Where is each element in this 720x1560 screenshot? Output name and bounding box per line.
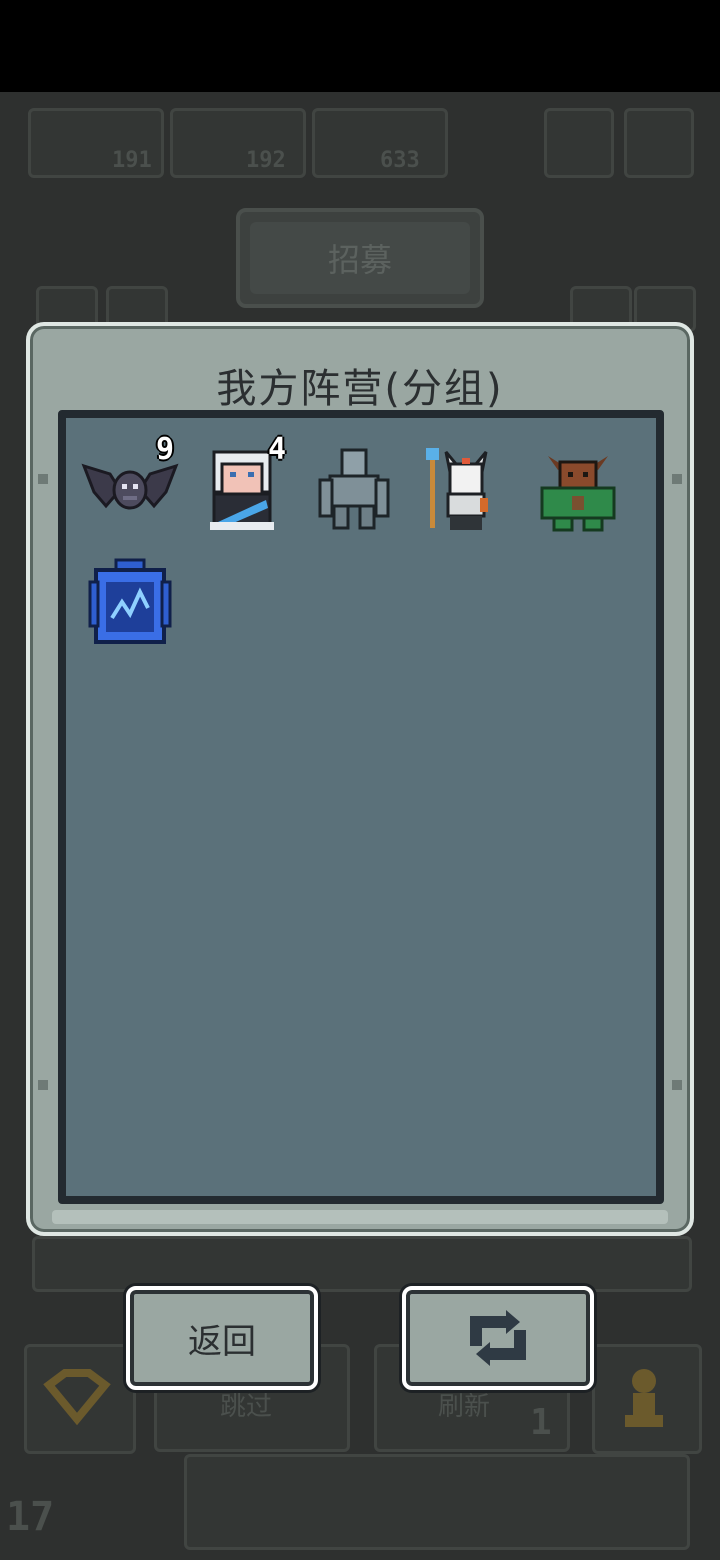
rivet [672, 1080, 682, 1090]
bottom-strip [32, 1236, 692, 1292]
menu-button-dim [544, 108, 614, 178]
panel-bottom-strip [52, 1210, 668, 1224]
skip-label-dim: 跳过 [220, 1392, 273, 1422]
shop-gem-slot [24, 1344, 136, 1454]
settings-button-dim [624, 108, 694, 178]
shaman-icon [426, 448, 488, 530]
character-slot [592, 1344, 702, 1454]
refresh-count: 1 [530, 1402, 552, 1443]
resource-value-2: 192 [246, 148, 286, 173]
units-grid: 9 4 [58, 410, 664, 1204]
unit-bone-shaman[interactable] [416, 438, 516, 538]
bottom-panel-dim [184, 1454, 690, 1550]
pawn-icon [625, 1369, 663, 1427]
minotaur-icon [540, 456, 616, 532]
recruit-label: 招募 [250, 222, 470, 294]
resource-value-1: 191 [112, 148, 152, 173]
unit-white-haired-mage[interactable]: 4 [192, 432, 292, 538]
unit-bat[interactable]: 9 [80, 432, 180, 538]
faction-panel: 我方阵营(分组) 9 4 [26, 322, 694, 1236]
unit-stone-golem[interactable] [304, 438, 404, 538]
resource-value-3: 633 [380, 148, 420, 173]
rivet [38, 474, 48, 484]
swap-arrows-icon [470, 1310, 526, 1366]
panel-title: 我方阵营(分组) [216, 366, 504, 412]
back-button[interactable]: 返回 [126, 1286, 318, 1390]
golem-icon [318, 448, 390, 530]
gem-icon [43, 1369, 111, 1426]
recruit-button: 招募 [236, 208, 484, 308]
game-screen: { "background": { "resources": [ {"icon"… [0, 0, 720, 1560]
rune-chest-icon [88, 558, 172, 644]
corner-number: 17 [6, 1494, 55, 1540]
unit-count: 4 [267, 432, 286, 467]
back-label: 返回 [188, 1321, 256, 1362]
unit-forest-minotaur[interactable] [528, 438, 628, 538]
rivet [38, 1080, 48, 1090]
refresh-label-dim: 刷新 [438, 1392, 491, 1422]
unit-blue-rune-chest[interactable] [80, 552, 180, 652]
swap-button[interactable] [402, 1286, 594, 1390]
rivet [672, 474, 682, 484]
unit-count: 9 [155, 432, 174, 467]
